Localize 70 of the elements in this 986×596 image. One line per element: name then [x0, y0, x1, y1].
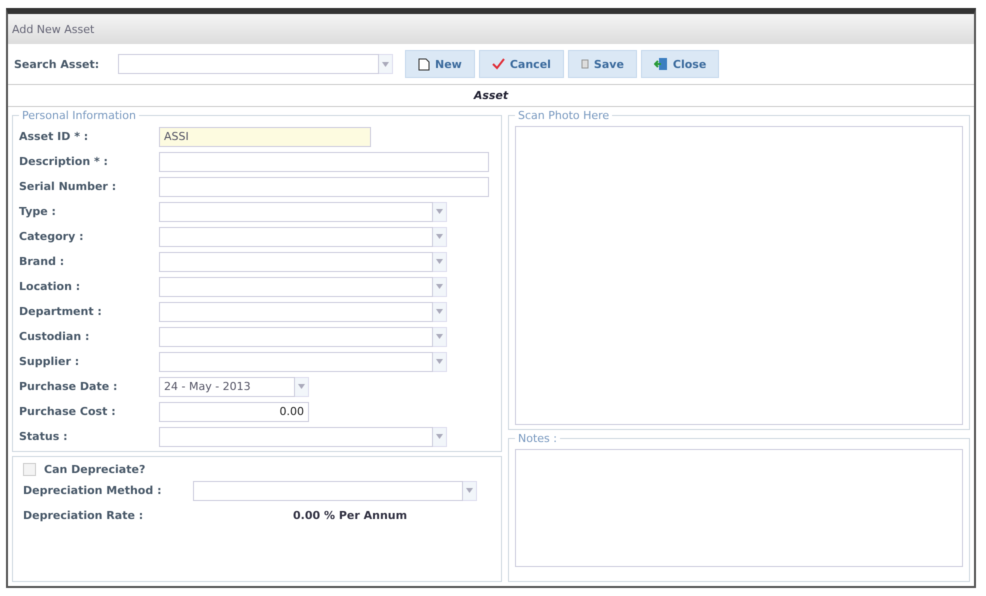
dropdown-button[interactable] [433, 326, 447, 346]
chevron-down-icon [436, 284, 443, 289]
input-field[interactable]: ASSI [159, 126, 371, 146]
field-label: Asset ID * : [19, 130, 90, 143]
dropdown-field[interactable] [159, 276, 433, 296]
rate-value: 0.00 % Per Annum [293, 509, 408, 522]
field-label: Depreciation Method : [23, 484, 162, 497]
field-label: Type : [19, 205, 57, 218]
dropdown-button[interactable] [433, 226, 447, 246]
dropdown-field[interactable] [159, 202, 433, 222]
dropdown-button[interactable] [433, 352, 447, 372]
dropdown-field[interactable] [159, 426, 433, 446]
dropdown-button[interactable] [433, 202, 447, 222]
section-heading: Asset [8, 85, 974, 107]
field-label: Purchase Cost : [19, 405, 117, 418]
toolbar-button[interactable]: Cancel [478, 50, 564, 78]
group-legend: Notes : [515, 432, 560, 445]
dropdown-field[interactable] [159, 302, 433, 322]
input-field[interactable] [159, 152, 489, 172]
field-label: Custodian : [19, 330, 90, 343]
field-label: Supplier : [19, 355, 80, 368]
checkbox[interactable] [23, 463, 36, 476]
field-label: Description * : [19, 155, 109, 168]
toolbar-button[interactable]: New [405, 50, 475, 78]
exit-icon [654, 57, 668, 71]
search-label: Search Asset: [14, 58, 100, 70]
field-label: Depreciation Rate : [23, 509, 144, 522]
search-field[interactable] [118, 54, 379, 74]
dropdown-button[interactable] [379, 54, 393, 74]
field-label: Department : [19, 305, 103, 318]
checkbox-label: Can Depreciate? [44, 463, 146, 476]
field-label: Location : [19, 280, 82, 293]
input-field[interactable]: 0.00 [159, 402, 309, 422]
field-label: Category : [19, 230, 84, 243]
dropdown-field[interactable] [159, 252, 433, 272]
dropdown-button[interactable] [433, 276, 447, 296]
field-label: Brand : [19, 255, 66, 268]
dropdown-button[interactable] [433, 426, 447, 446]
save-icon [580, 59, 589, 69]
chevron-down-icon [382, 62, 389, 66]
document-icon [418, 58, 430, 70]
field-label: Status : [19, 430, 68, 443]
chevron-down-icon [436, 334, 443, 339]
chevron-down-icon [436, 209, 443, 214]
chevron-down-icon [466, 488, 473, 493]
dropdown-button[interactable] [295, 376, 309, 396]
chevron-down-icon [436, 234, 443, 239]
dropdown-field[interactable] [193, 480, 463, 500]
dropdown-button[interactable] [433, 302, 447, 322]
chevron-down-icon [436, 259, 443, 264]
input-field[interactable] [159, 176, 489, 196]
dropdown-field[interactable] [159, 326, 433, 346]
group-legend: Scan Photo Here [515, 109, 612, 122]
dropdown-field[interactable] [159, 352, 433, 372]
date-field[interactable]: 24 - May - 2013 [159, 376, 295, 396]
field-label: Purchase Date : [19, 380, 118, 393]
toolbar-button[interactable]: Save [568, 50, 637, 78]
toolbar-button[interactable]: Close [640, 50, 720, 78]
group-legend: Personal Information [19, 109, 139, 122]
notes-field[interactable] [515, 449, 963, 567]
dropdown-button[interactable] [433, 252, 447, 272]
chevron-down-icon [298, 384, 305, 389]
chevron-down-icon [436, 359, 443, 364]
window-title: Add New Asset [12, 22, 94, 36]
checkmark-icon [492, 58, 505, 70]
dropdown-button[interactable] [463, 480, 477, 500]
field-label: Serial Number : [19, 180, 118, 193]
chevron-down-icon [436, 309, 443, 314]
chevron-down-icon [436, 434, 443, 439]
dropdown-field[interactable] [159, 226, 433, 246]
